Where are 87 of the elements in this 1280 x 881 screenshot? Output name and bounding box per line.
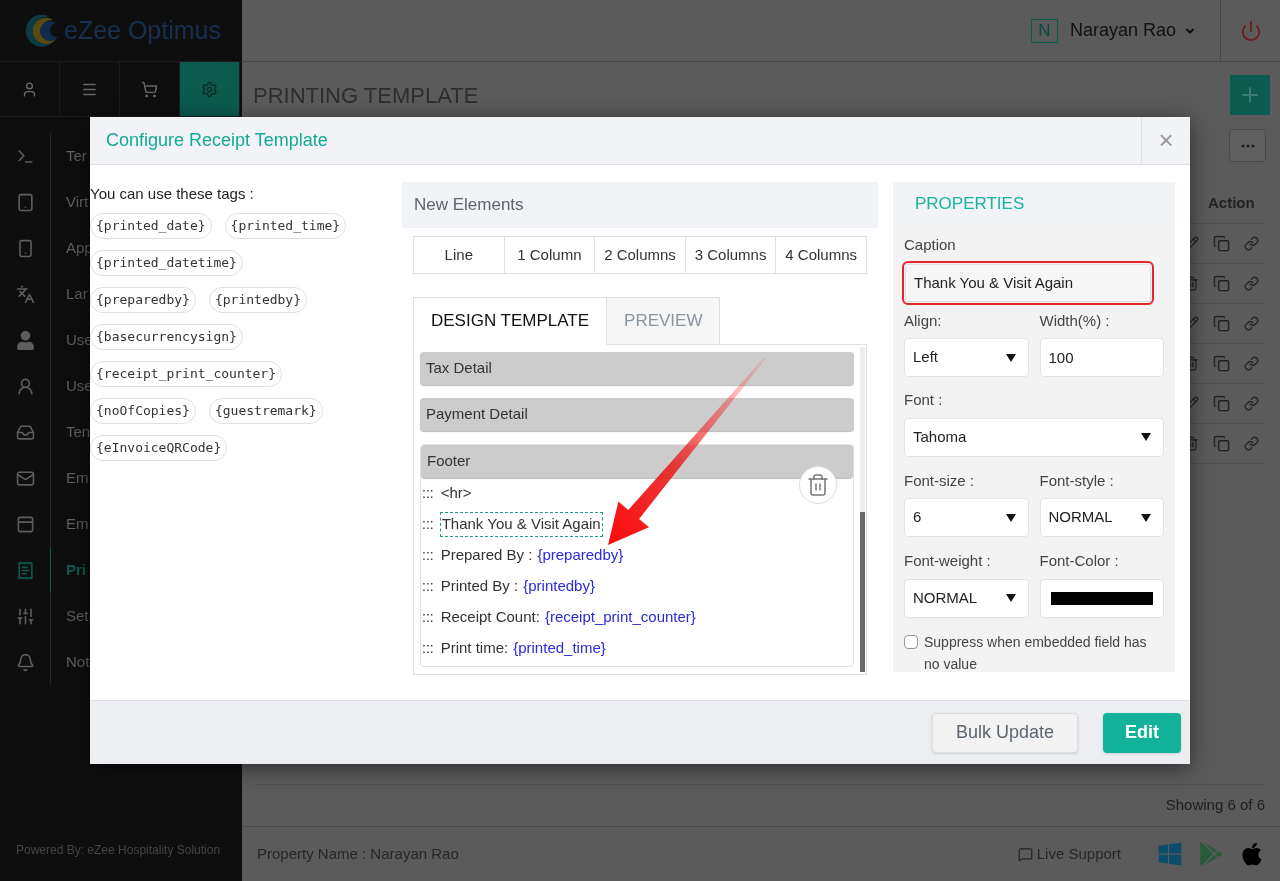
tab[interactable]: DESIGN TEMPLATE xyxy=(413,297,608,345)
copy-icon[interactable] xyxy=(1213,275,1230,292)
template-line[interactable]: <hr> xyxy=(439,481,473,506)
drag-handle[interactable]: ::: xyxy=(422,607,434,628)
caption-field[interactable]: Thank You & Visit Again xyxy=(905,263,1151,302)
scrollbar[interactable] xyxy=(860,347,865,672)
app-logo-text: eZee Optimus xyxy=(64,14,221,46)
user-icon xyxy=(15,330,35,350)
dropdown[interactable]: NORMAL xyxy=(1039,498,1164,537)
power-icon[interactable] xyxy=(1239,19,1262,42)
copy-icon[interactable] xyxy=(1213,355,1230,372)
translate-icon xyxy=(15,284,35,304)
checkbox[interactable] xyxy=(904,634,918,649)
dropdown-arrow-icon xyxy=(1005,594,1016,602)
link-icon[interactable] xyxy=(1244,396,1259,411)
add-button[interactable] xyxy=(1230,75,1270,115)
drag-handle[interactable]: ::: xyxy=(422,638,434,659)
dialog-title: Configure Receipt Template xyxy=(105,129,329,152)
tablet-icon xyxy=(15,192,35,212)
more-button[interactable] xyxy=(1229,129,1266,162)
element-button[interactable]: 3 Columns xyxy=(684,237,776,273)
delete-button[interactable] xyxy=(799,466,837,504)
link-icon[interactable] xyxy=(1244,276,1259,291)
field-label: Font-Color : xyxy=(1039,551,1120,571)
copy-icon[interactable] xyxy=(1213,235,1230,252)
link-icon[interactable] xyxy=(1244,236,1259,251)
template-line[interactable]: Prepared By : {preparedby} xyxy=(439,543,625,568)
field-label: Align: xyxy=(904,310,943,331)
element-button[interactable]: 2 Columns xyxy=(594,237,685,273)
column-header: Action xyxy=(1208,193,1256,214)
inbox-icon xyxy=(15,422,35,442)
field-label: Font-size : xyxy=(904,470,976,491)
cart-icon xyxy=(141,80,158,98)
field-label: Font-style : xyxy=(1039,470,1115,491)
user-icon xyxy=(21,80,38,98)
checkbox-label: Suppress when embedded field has no value xyxy=(924,632,1148,674)
section-title: New Elements xyxy=(414,194,524,217)
section-header[interactable]: Payment Detail xyxy=(420,398,854,431)
element-button[interactable]: 4 Columns xyxy=(775,237,866,273)
sliders-icon xyxy=(15,606,35,626)
receipt-icon xyxy=(15,560,35,580)
field-label: Font-weight : xyxy=(904,551,992,571)
dropdown[interactable]: 6 xyxy=(904,498,1029,537)
section-header[interactable]: Footer xyxy=(421,445,853,478)
element-button[interactable]: 1 Column xyxy=(503,237,595,273)
user-initial-badge: N xyxy=(1030,18,1058,43)
section-header[interactable]: Tax Detail xyxy=(420,352,854,385)
drag-handle[interactable]: ::: xyxy=(422,576,434,597)
template-line[interactable]: Printed By : {printedby} xyxy=(439,574,596,599)
drag-handle[interactable]: ::: xyxy=(422,483,434,504)
drag-handle[interactable]: ::: xyxy=(422,545,434,566)
dropdown[interactable]: Left xyxy=(904,338,1029,377)
panel-title: PROPERTIES xyxy=(915,193,1025,216)
dropdown-arrow-icon xyxy=(1141,433,1151,441)
mail-icon xyxy=(15,468,35,488)
copy-icon[interactable] xyxy=(1213,315,1230,332)
template-line[interactable]: Print time: {printed_time} xyxy=(439,636,607,661)
record-count-text: Showing 6 of 6 xyxy=(1165,795,1265,816)
dropdown-arrow-icon xyxy=(1141,513,1151,522)
template-line[interactable]: Receipt Count: {receipt_print_counter} xyxy=(439,605,697,630)
element-button[interactable]: Line xyxy=(414,237,504,273)
bulk-update-button[interactable]: Bulk Update xyxy=(931,712,1078,753)
nav-tab[interactable] xyxy=(180,62,240,116)
dropdown[interactable]: Tahoma xyxy=(904,417,1164,457)
link-icon[interactable] xyxy=(1244,436,1259,451)
link-icon[interactable] xyxy=(1244,356,1259,371)
field-label: Font : xyxy=(904,390,944,410)
width-field[interactable]: 100 xyxy=(1039,338,1164,377)
copy-icon[interactable] xyxy=(1213,435,1230,452)
chat-icon xyxy=(1017,846,1033,862)
more-icon xyxy=(1240,143,1255,148)
windows-icon[interactable] xyxy=(1157,841,1183,867)
settings-icon xyxy=(201,80,218,98)
field-label: Width(%) : xyxy=(1039,310,1111,331)
link-icon[interactable] xyxy=(1244,316,1259,331)
dropdown-arrow-icon xyxy=(1005,513,1016,522)
color-picker[interactable] xyxy=(1039,578,1164,618)
copy-icon[interactable] xyxy=(1213,395,1230,412)
drag-handle[interactable]: ::: xyxy=(422,514,434,535)
dropdown[interactable]: NORMAL xyxy=(904,578,1029,618)
field-label: Caption xyxy=(904,235,957,255)
bell-icon xyxy=(15,652,35,672)
tags-label: You can use these tags : xyxy=(90,184,255,204)
dropdown-arrow-icon xyxy=(1005,353,1016,362)
trash-icon xyxy=(806,473,830,497)
window-icon xyxy=(15,514,35,534)
user-icon xyxy=(15,376,35,396)
